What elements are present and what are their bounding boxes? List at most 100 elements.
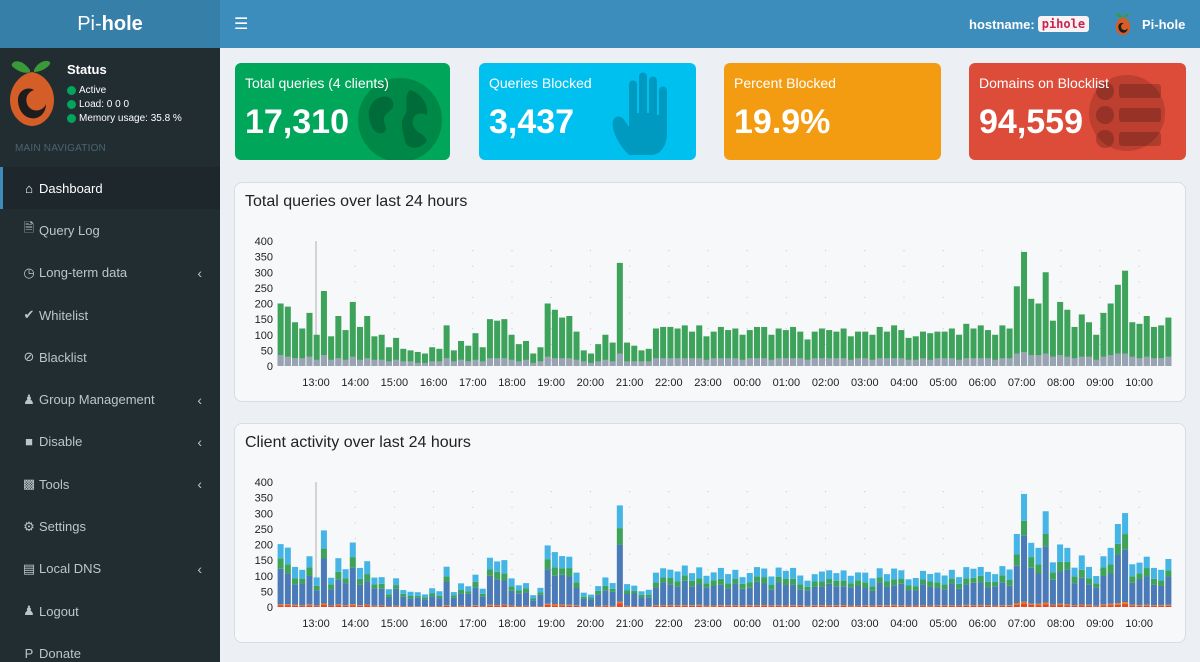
bar-blocked: [277, 355, 284, 366]
bar-client-segment: [732, 605, 739, 607]
bar-blocked: [761, 358, 768, 366]
sidebar-item-donate[interactable]: P Donate: [0, 632, 220, 662]
status-dot-icon: [67, 100, 76, 109]
sidebar-item-disable[interactable]: ■ Disable ‹: [0, 421, 220, 463]
stat-value: 17,310: [245, 103, 349, 141]
folder-icon: ▩: [22, 476, 36, 492]
bar-client-segment: [551, 552, 558, 568]
bar-permitted: [1122, 270, 1129, 366]
stat-percent-blocked[interactable]: Percent Blocked 19.9%: [724, 63, 941, 160]
bar-client-segment: [782, 605, 789, 607]
grid-dot: [1138, 265, 1140, 267]
grid-dot: [903, 537, 905, 540]
bar-client-segment: [537, 592, 544, 595]
bar-client-segment: [277, 568, 284, 605]
sidebar-item-whitelist[interactable]: ✔ Whitelist: [0, 294, 220, 336]
bar-client-segment: [869, 578, 876, 587]
bar-client-segment: [660, 568, 667, 578]
grid-dot: [942, 522, 944, 524]
grid-dot: [1060, 265, 1062, 267]
hamburger-menu-icon[interactable]: ☰: [234, 14, 248, 34]
y-tick-label: 50: [261, 586, 273, 598]
grid-dot: [707, 265, 709, 267]
grid-dot: [629, 522, 631, 524]
bar-blocked: [342, 359, 349, 366]
stop-icon: ■: [25, 434, 33, 450]
bar-blocked: [811, 358, 818, 366]
grid-dot: [1138, 312, 1140, 314]
grid-dot: [942, 491, 944, 493]
stat-queries-blocked[interactable]: Queries Blocked 3,437: [479, 63, 696, 160]
sidebar-item-settings[interactable]: ⚙ Settings: [0, 505, 220, 547]
grid-dot: [1021, 250, 1023, 252]
bar-client-segment: [984, 581, 991, 588]
sidebar-item-blacklist[interactable]: ⊘ Blacklist: [0, 336, 220, 378]
bar-client-segment: [696, 584, 703, 605]
x-tick-label: 05:00: [929, 618, 957, 630]
grid-dot: [433, 553, 435, 555]
bar-client-segment: [573, 587, 580, 606]
bar-client-segment: [1100, 567, 1107, 576]
sidebar-item-group-management[interactable]: ♟ Group Management ‹: [0, 378, 220, 420]
bar-client-segment: [652, 605, 659, 606]
sidebar-item-long-term-data[interactable]: ◷ Long-term data ‹: [0, 252, 220, 294]
bar-client-segment: [378, 583, 385, 589]
stat-label: Queries Blocked: [489, 75, 592, 91]
sidebar-item-logout[interactable]: ♟ Logout: [0, 590, 220, 632]
bar-client-segment: [847, 575, 854, 584]
sidebar-item-dashboard[interactable]: ⌂ Dashboard: [0, 167, 220, 210]
bar-client-segment: [443, 581, 450, 606]
bar-client-segment: [746, 572, 753, 583]
queries-chart[interactable]: 0 50 100 150 200 250 300 350 400 13:00 14:00 15:00 1…: [235, 223, 1175, 403]
grid-dot: [825, 296, 827, 299]
bar-blocked: [465, 361, 472, 366]
clients-chart[interactable]: 0 50 100 150 200 250 300 350 400 13:00 14:00 15:00 1…: [235, 464, 1175, 644]
sidebar-item-query-log[interactable]: 🗎 Query Log: [0, 209, 220, 251]
bar-client-segment: [501, 580, 508, 605]
bar-client-segment: [328, 577, 335, 585]
grid-dot: [746, 537, 748, 540]
grid-dot: [1099, 250, 1101, 252]
bar-client-segment: [941, 605, 948, 606]
bar-client-segment: [645, 589, 652, 595]
y-tick-label: 100: [255, 571, 273, 583]
x-tick-label: 02:00: [812, 377, 840, 389]
status-memory-text: Memory usage: 35.8 %: [79, 113, 182, 124]
grid-dot: [864, 537, 866, 540]
sidebar-item-local-dns[interactable]: ▤ Local DNS ‹: [0, 548, 220, 590]
user-menu[interactable]: Pi-hole: [1114, 12, 1185, 36]
grid-dot: [668, 537, 670, 540]
bar-client-segment: [515, 585, 522, 591]
grid-dot: [472, 522, 474, 524]
bar-client-segment: [371, 588, 378, 606]
bar-client-segment: [277, 605, 284, 607]
bar-client-segment: [342, 605, 349, 607]
bar-blocked: [1049, 356, 1056, 366]
bar-blocked: [847, 359, 854, 366]
bar-client-segment: [674, 571, 681, 582]
bar-client-segment: [1136, 562, 1143, 574]
stat-domains-blocklist[interactable]: Domains on Blocklist 94,559: [969, 63, 1186, 160]
bar-client-segment: [919, 606, 926, 607]
grid-dot: [589, 328, 591, 330]
bar-blocked: [797, 358, 804, 366]
bar-blocked: [364, 358, 371, 366]
sidebar-item-tools[interactable]: ▩ Tools ‹: [0, 463, 220, 505]
stat-total-queries[interactable]: Total queries (4 clients) 17,310: [235, 63, 450, 160]
bar-client-segment: [559, 574, 566, 605]
bar-client-segment: [292, 605, 299, 607]
bar-client-segment: [977, 582, 984, 605]
bar-client-segment: [342, 569, 349, 579]
app-logo[interactable]: Pi-hole: [0, 0, 220, 48]
bar-client-segment: [1129, 582, 1136, 605]
bar-client-segment: [999, 605, 1006, 606]
bar-client-segment: [1150, 578, 1157, 585]
bar-client-segment: [407, 596, 414, 599]
bar-blocked: [1013, 353, 1020, 366]
bar-client-segment: [602, 605, 609, 607]
bar-blocked: [732, 358, 739, 366]
x-tick-label: 09:00: [1086, 377, 1114, 389]
bar-client-segment: [645, 597, 652, 607]
bar-client-segment: [761, 577, 768, 584]
bar-client-segment: [869, 586, 876, 591]
